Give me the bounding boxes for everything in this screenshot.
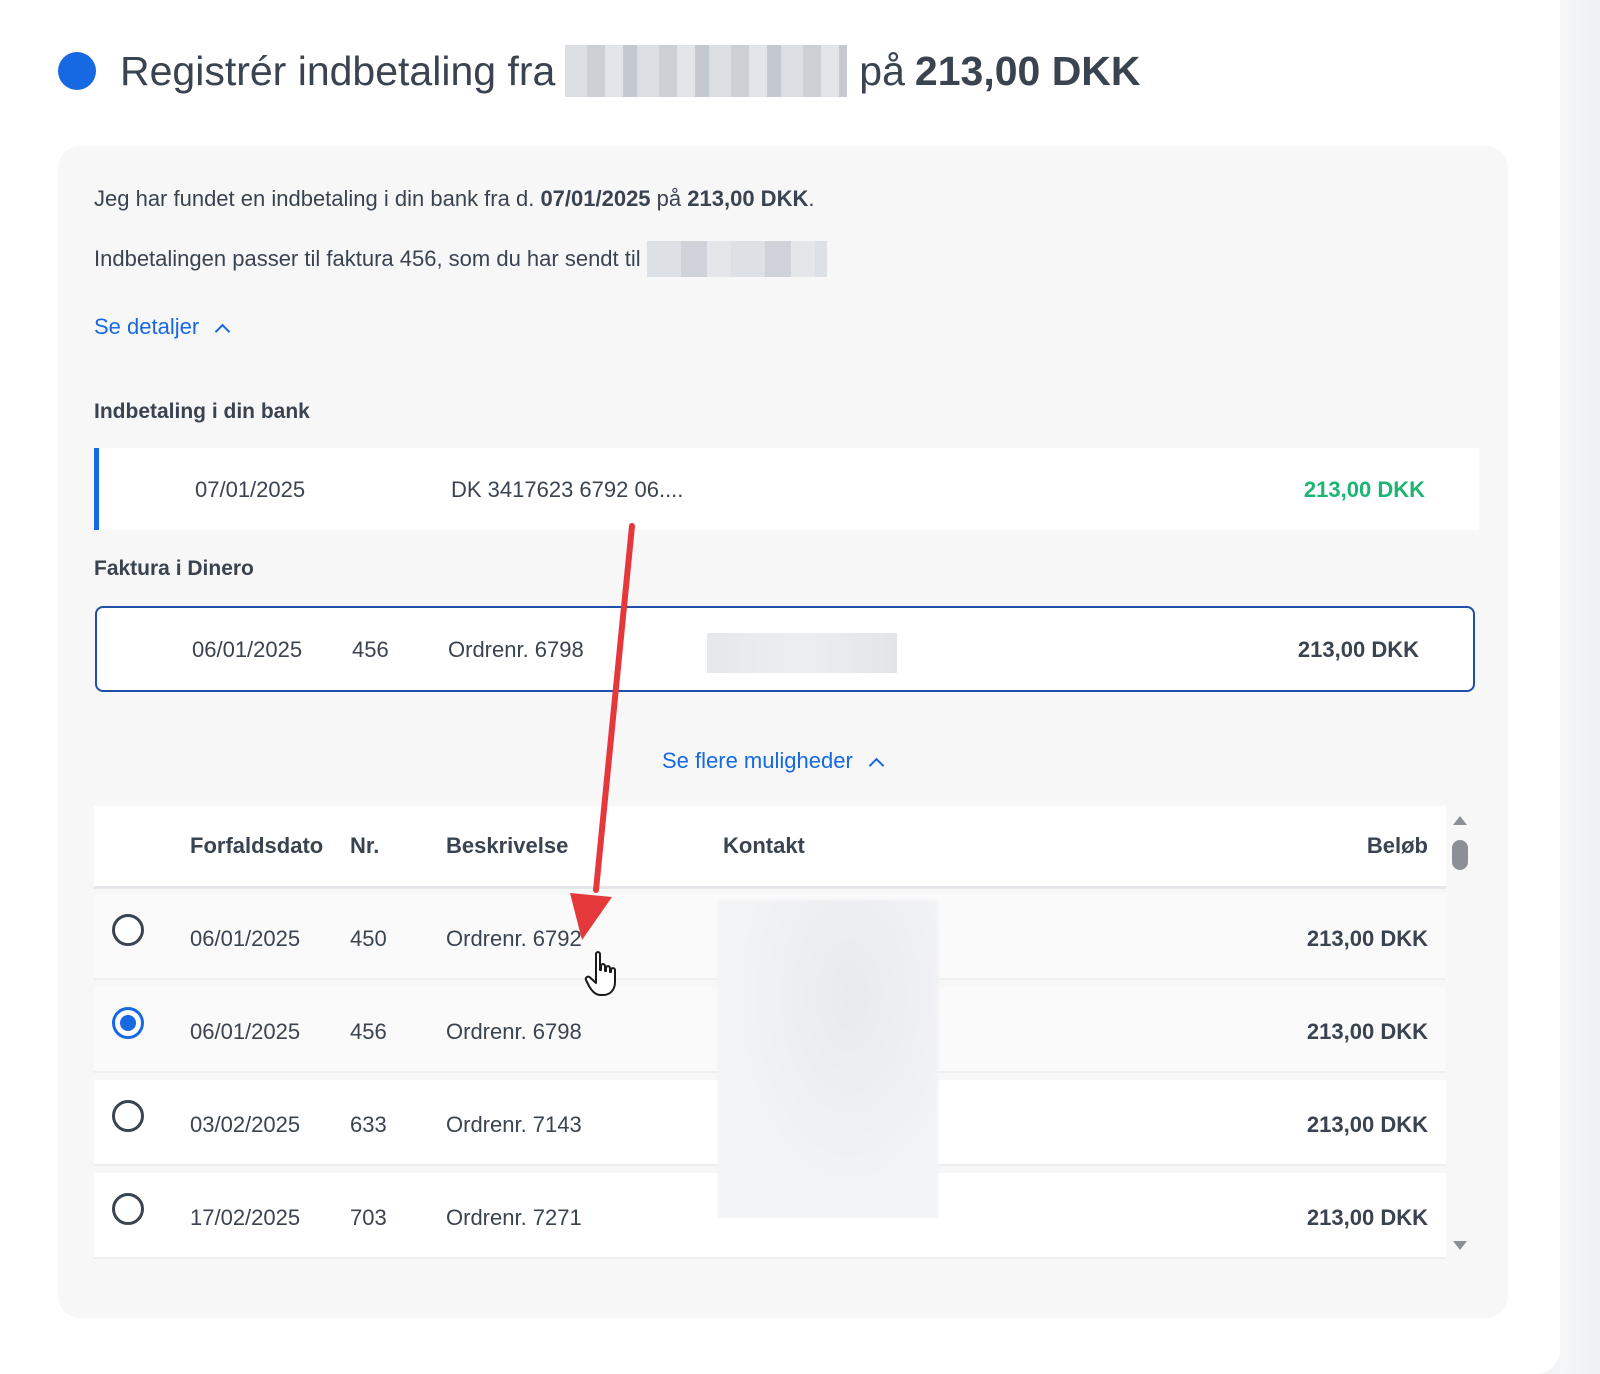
- row-number: 450: [350, 926, 387, 951]
- bank-payment-date: 07/01/2025: [195, 477, 306, 502]
- intro-invoice-match: Indbetalingen passer til faktura 456, so…: [94, 241, 827, 277]
- select-radio[interactable]: [112, 914, 144, 946]
- row-amount: 213,00 DKK: [1306, 1019, 1428, 1044]
- chevron-up-icon: [214, 323, 231, 339]
- table-header: Forfaldsdato Nr. Beskrivelse Kontakt Bel…: [94, 806, 1446, 889]
- row-due-date: 17/02/2025: [190, 1205, 301, 1230]
- intro-date: 07/01/2025: [540, 186, 651, 211]
- column-header-contact[interactable]: Kontakt: [723, 833, 805, 859]
- intro-text: Jeg har fundet en indbetaling i din bank…: [94, 186, 535, 211]
- intro-text-mid: på: [656, 186, 682, 211]
- hand-pointer-cursor-icon: [584, 951, 616, 996]
- redacted-invoice-contact: [707, 633, 897, 673]
- see-more-label: Se flere muligheder: [662, 748, 853, 773]
- row-due-date: 06/01/2025: [190, 1019, 301, 1044]
- column-header-description[interactable]: Beskrivelse: [446, 833, 568, 859]
- redacted-recipient: [646, 241, 827, 277]
- row-amount: 213,00 DKK: [1306, 1112, 1428, 1137]
- payment-match-card: Jeg har fundet en indbetaling i din bank…: [58, 146, 1508, 1318]
- intro-found-payment: Jeg har fundet en indbetaling i din bank…: [94, 186, 814, 212]
- row-amount: 213,00 DKK: [1306, 926, 1428, 951]
- see-more-options-link[interactable]: Se flere muligheder: [662, 748, 885, 774]
- invoice-date: 06/01/2025: [192, 637, 303, 662]
- title-middle: på: [859, 47, 905, 94]
- invoice-amount: 213,00 DKK: [1297, 637, 1419, 662]
- row-description: Ordrenr. 7143: [446, 1112, 582, 1137]
- chevron-up-icon: [868, 757, 885, 773]
- redacted-payer-name: [565, 45, 848, 97]
- row-description: Ordrenr. 6798: [446, 1019, 582, 1044]
- column-header-due-date[interactable]: Forfaldsdato: [190, 833, 323, 859]
- bank-payment-account: DK 3417623 6792 06....: [451, 477, 684, 502]
- matched-invoice-row[interactable]: 06/01/2025 456 Ordrenr. 6798 213,00 DKK: [95, 606, 1475, 692]
- intro-period: .: [808, 186, 815, 211]
- select-radio[interactable]: [112, 1100, 144, 1132]
- page-header: Registrér indbetaling fra på 213,00 DKK: [58, 45, 1141, 97]
- invoice-section-label: Faktura i Dinero: [94, 557, 254, 580]
- scroll-up-arrow-icon[interactable]: [1453, 816, 1467, 825]
- row-description: Ordrenr. 7271: [446, 1205, 582, 1230]
- row-number: 633: [350, 1112, 387, 1137]
- intro-amount: 213,00 DKK: [687, 186, 809, 211]
- column-header-number[interactable]: Nr.: [350, 833, 379, 859]
- table-scrollbar[interactable]: [1450, 806, 1470, 1258]
- row-due-date: 06/01/2025: [190, 926, 301, 951]
- title-amount: 213,00 DKK: [914, 47, 1141, 94]
- row-due-date: 03/02/2025: [190, 1112, 301, 1137]
- select-radio-checked[interactable]: [112, 1007, 144, 1039]
- status-dot-icon: [58, 52, 96, 90]
- title-prefix: Registrér indbetaling fra: [120, 47, 556, 94]
- bank-section-label: Indbetaling i din bank: [94, 400, 310, 423]
- scroll-down-arrow-icon[interactable]: [1453, 1241, 1467, 1250]
- select-radio[interactable]: [112, 1193, 144, 1225]
- column-header-amount[interactable]: Beløb: [1367, 833, 1428, 859]
- see-details-label: Se detaljer: [94, 314, 200, 339]
- invoice-description: Ordrenr. 6798: [448, 637, 584, 662]
- row-number: 456: [350, 1019, 387, 1044]
- bank-payment-row: 07/01/2025 DK 3417623 6792 06.... 213,00…: [94, 448, 1479, 530]
- background-panel-edge: [1560, 0, 1600, 1374]
- invoice-number: 456: [352, 637, 389, 662]
- page-title: Registrér indbetaling fra på 213,00 DKK: [120, 45, 1141, 97]
- invoice-options-table: Forfaldsdato Nr. Beskrivelse Kontakt Bel…: [94, 806, 1474, 1259]
- redacted-contact-column: [718, 900, 938, 1218]
- row-amount: 213,00 DKK: [1306, 1205, 1428, 1230]
- see-details-link[interactable]: Se detaljer: [94, 314, 231, 340]
- bank-payment-amount: 213,00 DKK: [1303, 477, 1425, 502]
- scroll-thumb[interactable]: [1452, 840, 1468, 870]
- intro-match-text: Indbetalingen passer til faktura 456, so…: [94, 246, 641, 271]
- row-description: Ordrenr. 6792: [446, 926, 582, 951]
- row-number: 703: [350, 1205, 387, 1230]
